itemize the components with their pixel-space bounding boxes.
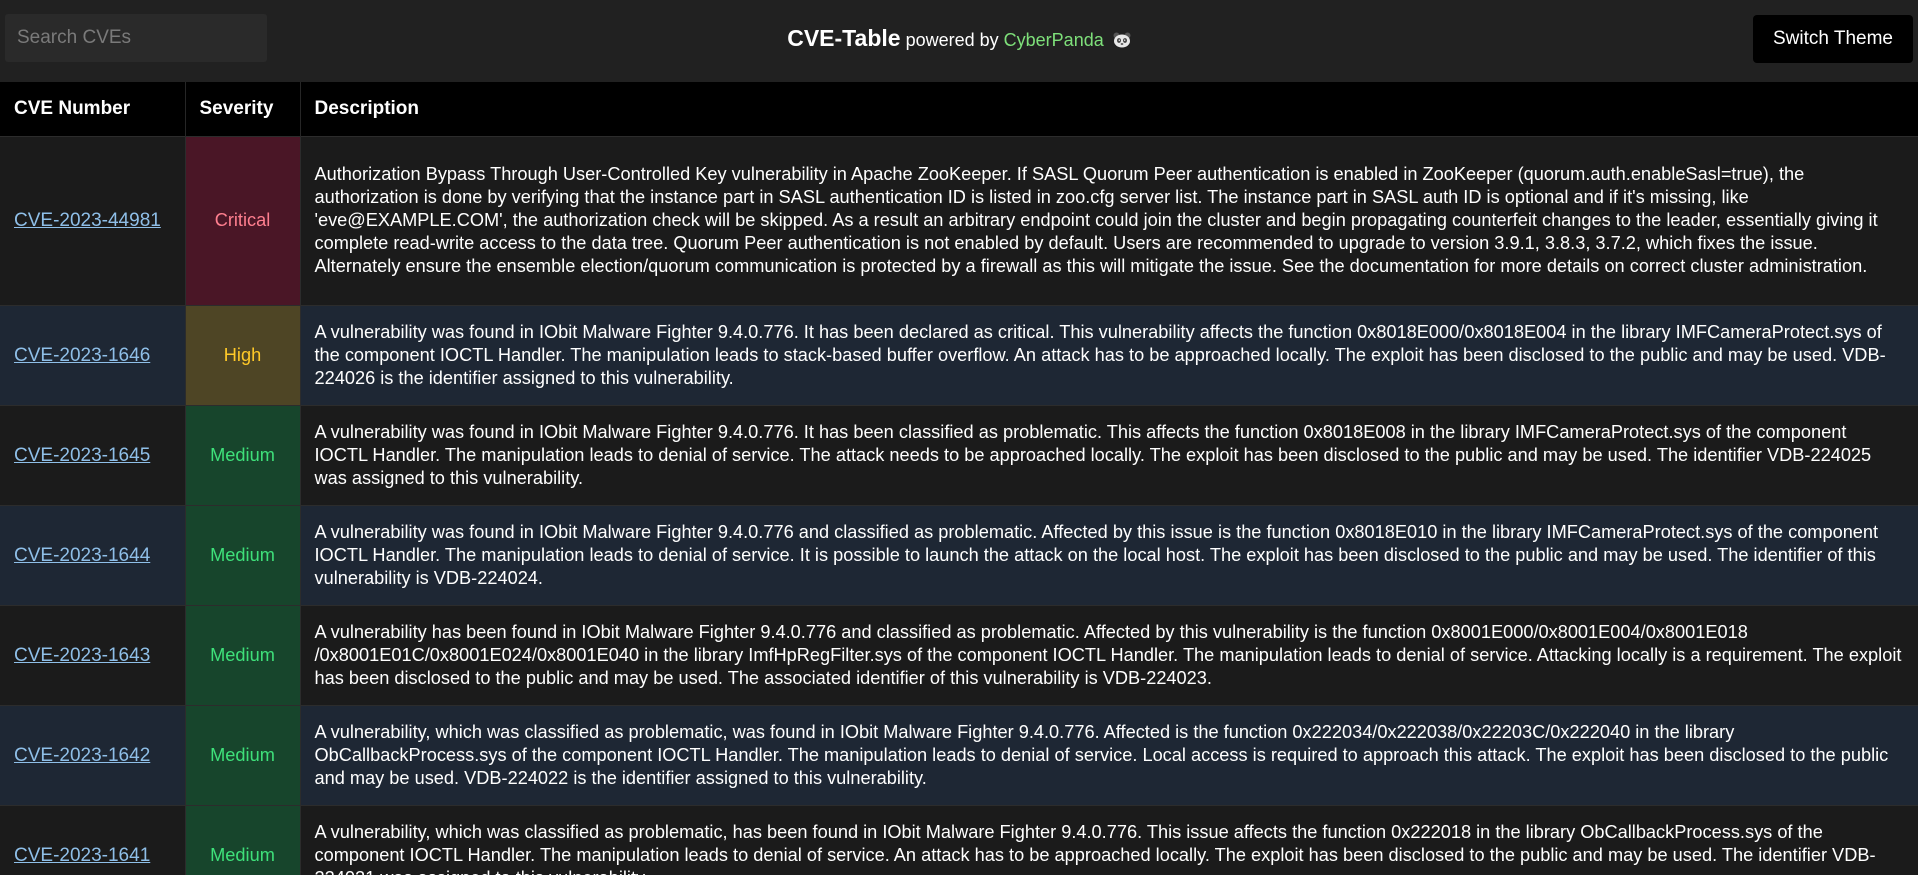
table-row: CVE-2023-1643 Medium A vulnerability has… [0,604,1918,705]
description-cell: A vulnerability, which was classified as… [300,804,1918,875]
table-row: CVE-2023-1645 Medium A vulnerability was… [0,404,1918,505]
cve-table: CVE Number Severity Description CVE-2023… [0,82,1918,875]
cve-link[interactable]: CVE-2023-1641 [14,845,150,866]
cve-link[interactable]: CVE-2023-1642 [14,745,150,766]
panda-icon [1113,32,1131,48]
cve-link[interactable]: CVE-2023-1644 [14,545,150,566]
table-row: CVE-2023-1646 High A vulnerability was f… [0,304,1918,405]
table-row: CVE-2023-1642 Medium A vulnerability, wh… [0,704,1918,805]
severity-badge: Critical [185,135,301,305]
cve-cell: CVE-2023-1643 [0,604,186,705]
table-row: CVE-2023-1644 Medium A vulnerability was… [0,504,1918,605]
table-row: CVE-2023-1641 Medium A vulnerability, wh… [0,804,1918,875]
search-input[interactable] [5,14,267,62]
description-cell: A vulnerability was found in IObit Malwa… [300,504,1918,605]
app-title: CVE-Table [787,25,901,51]
cve-link[interactable]: CVE-2023-1643 [14,645,150,666]
description-cell: A vulnerability, which was classified as… [300,704,1918,805]
severity-badge: Medium [185,504,301,605]
top-bar: CVE-Table powered by CyberPanda Switch T… [0,0,1918,82]
cve-cell: CVE-2023-44981 [0,135,186,305]
cve-cell: CVE-2023-1641 [0,804,186,875]
severity-badge: High [185,304,301,405]
switch-theme-button[interactable]: Switch Theme [1752,15,1913,63]
cve-cell: CVE-2023-1644 [0,504,186,605]
cve-link[interactable]: CVE-2023-1646 [14,345,150,366]
description-cell: A vulnerability was found in IObit Malwa… [300,404,1918,505]
description-cell: Authorization Bypass Through User-Contro… [300,135,1918,305]
severity-badge: Medium [185,704,301,805]
column-header-cve[interactable]: CVE Number [0,82,186,136]
severity-badge: Medium [185,404,301,505]
cve-link[interactable]: CVE-2023-1645 [14,445,150,466]
cve-link[interactable]: CVE-2023-44981 [14,210,161,231]
table-row: CVE-2023-44981 Critical Authorization By… [0,135,1918,305]
severity-badge: Medium [185,804,301,875]
powered-by-text: powered by [905,30,999,50]
severity-badge: Medium [185,604,301,705]
brand-header: CVE-Table powered by CyberPanda [0,25,1918,52]
column-header-severity[interactable]: Severity [185,82,301,136]
description-cell: A vulnerability has been found in IObit … [300,604,1918,705]
description-cell: A vulnerability was found in IObit Malwa… [300,304,1918,405]
column-header-description[interactable]: Description [300,82,1918,136]
table-header-row: CVE Number Severity Description [0,82,1918,136]
cve-cell: CVE-2023-1645 [0,404,186,505]
cve-cell: CVE-2023-1646 [0,304,186,405]
cve-cell: CVE-2023-1642 [0,704,186,805]
author-link[interactable]: CyberPanda [1004,30,1104,50]
